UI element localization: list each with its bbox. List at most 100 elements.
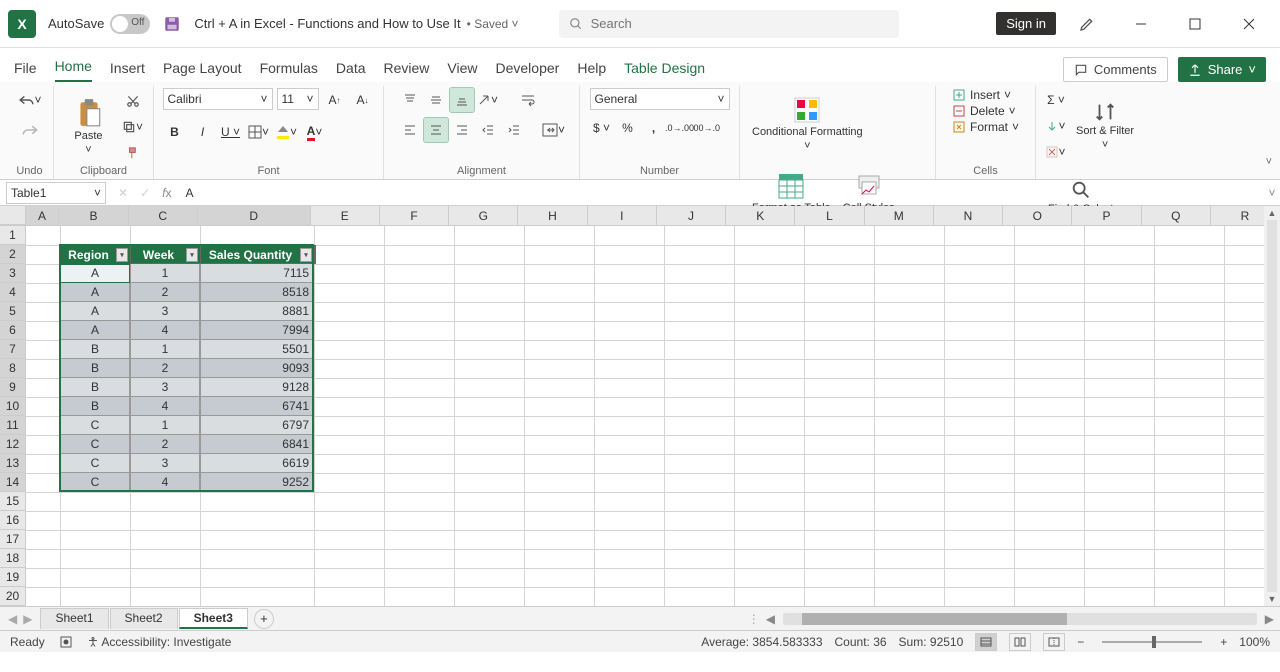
sheet-tab-sheet3[interactable]: Sheet3 <box>179 608 248 629</box>
col-header-M[interactable]: M <box>865 206 934 225</box>
tab-scroll-separator[interactable]: ⋮ <box>748 612 760 626</box>
table-header-region[interactable]: Region▾ <box>61 246 131 263</box>
table-cell[interactable]: C <box>60 454 130 473</box>
normal-view-icon[interactable] <box>975 633 997 651</box>
row-header-17[interactable]: 17 <box>0 530 26 549</box>
row-header-3[interactable]: 3 <box>0 264 26 283</box>
table-cell[interactable]: 6619 <box>200 454 314 473</box>
autosum-icon[interactable]: Σ ˅ <box>1044 88 1068 112</box>
table-cell[interactable]: C <box>60 416 130 435</box>
table-cell[interactable]: B <box>60 340 130 359</box>
page-layout-view-icon[interactable] <box>1009 633 1031 651</box>
table-cell[interactable]: B <box>60 378 130 397</box>
table-cell[interactable]: B <box>60 397 130 416</box>
copy-icon[interactable]: ˅ <box>121 115 145 139</box>
row-header-19[interactable]: 19 <box>0 568 26 587</box>
accessibility-status[interactable]: Accessibility: Investigate <box>87 635 232 649</box>
orientation-icon[interactable]: ˅ <box>476 88 500 112</box>
row-header-5[interactable]: 5 <box>0 302 26 321</box>
col-header-F[interactable]: F <box>380 206 449 225</box>
table-cell[interactable]: 9128 <box>200 378 314 397</box>
table-cell[interactable]: 9093 <box>200 359 314 378</box>
col-header-L[interactable]: L <box>795 206 864 225</box>
worksheet-grid[interactable]: ABCDEFGHIJKLMNOPQR 123456789101112131415… <box>0 206 1280 606</box>
formula-input[interactable]: A <box>177 186 1264 200</box>
zoom-in-button[interactable]: + <box>1220 635 1227 649</box>
redo-button[interactable] <box>18 118 42 142</box>
name-box[interactable]: Table1˅ <box>6 182 106 204</box>
col-header-A[interactable]: A <box>26 206 60 225</box>
zoom-level[interactable]: 100% <box>1239 635 1270 649</box>
delete-cells-button[interactable]: Delete ˅ <box>952 104 1016 118</box>
col-header-G[interactable]: G <box>449 206 518 225</box>
table-cell[interactable]: 3 <box>130 378 200 397</box>
table-cell[interactable]: A <box>60 264 130 283</box>
font-name-dropdown[interactable]: Calibri ˅ <box>163 88 273 110</box>
col-header-E[interactable]: E <box>311 206 380 225</box>
table-cell[interactable]: B <box>60 359 130 378</box>
filter-dropdown-icon[interactable]: ▾ <box>186 248 198 262</box>
table-cell[interactable]: 2 <box>130 435 200 454</box>
wrap-text-icon[interactable] <box>516 88 540 112</box>
filter-dropdown-icon[interactable]: ▾ <box>116 248 128 262</box>
paste-button[interactable]: Paste ˅ <box>63 91 115 163</box>
table-cell[interactable]: 7115 <box>200 264 314 283</box>
italic-button[interactable]: I <box>191 120 215 144</box>
table-cell[interactable]: 6741 <box>200 397 314 416</box>
table-cell[interactable]: 7994 <box>200 321 314 340</box>
col-header-K[interactable]: K <box>726 206 795 225</box>
increase-decimal-icon[interactable]: .0→.00 <box>668 116 692 140</box>
row-header-13[interactable]: 13 <box>0 454 26 473</box>
table-cell[interactable]: 1 <box>130 340 200 359</box>
comments-button[interactable]: Comments <box>1063 57 1168 82</box>
col-header-D[interactable]: D <box>198 206 311 225</box>
filter-dropdown-icon[interactable]: ▾ <box>300 248 312 262</box>
row-header-12[interactable]: 12 <box>0 435 26 454</box>
underline-button[interactable]: U ˅ <box>219 120 243 144</box>
row-header-20[interactable]: 20 <box>0 587 26 606</box>
row-header-7[interactable]: 7 <box>0 340 26 359</box>
autosave-control[interactable]: AutoSave Off <box>48 14 150 34</box>
vertical-scrollbar[interactable]: ▲▼ <box>1264 206 1280 606</box>
autosave-toggle-icon[interactable]: Off <box>110 14 150 34</box>
minimize-icon[interactable] <box>1118 8 1164 40</box>
table-cell[interactable]: 6797 <box>200 416 314 435</box>
row-header-18[interactable]: 18 <box>0 549 26 568</box>
tab-formulas[interactable]: Formulas <box>260 54 318 82</box>
tab-insert[interactable]: Insert <box>110 54 145 82</box>
macro-recorder-icon[interactable] <box>59 635 73 649</box>
page-break-view-icon[interactable] <box>1043 633 1065 651</box>
merge-center-icon[interactable]: ˅ <box>542 118 566 142</box>
insert-cells-button[interactable]: Insert ˅ <box>952 88 1011 102</box>
tab-view[interactable]: View <box>447 54 477 82</box>
table-cell[interactable]: 8881 <box>200 302 314 321</box>
hscroll-left-icon[interactable]: ◀ <box>766 612 775 626</box>
align-center-icon[interactable] <box>424 118 448 142</box>
row-header-14[interactable]: 14 <box>0 473 26 492</box>
tab-data[interactable]: Data <box>336 54 366 82</box>
col-header-B[interactable]: B <box>59 206 128 225</box>
table-cell[interactable]: 1 <box>130 264 200 283</box>
search-input[interactable] <box>559 10 899 38</box>
decrease-indent-icon[interactable] <box>476 118 500 142</box>
col-header-C[interactable]: C <box>129 206 198 225</box>
table-header-sales-quantity[interactable]: Sales Quantity▾ <box>201 246 315 263</box>
table-cell[interactable]: 8518 <box>200 283 314 302</box>
add-sheet-button[interactable]: + <box>254 609 274 629</box>
table-cell[interactable]: 2 <box>130 359 200 378</box>
row-header-6[interactable]: 6 <box>0 321 26 340</box>
tab-help[interactable]: Help <box>577 54 606 82</box>
table-cell[interactable]: 3 <box>130 454 200 473</box>
table-cell[interactable]: 5501 <box>200 340 314 359</box>
tab-developer[interactable]: Developer <box>496 54 560 82</box>
format-cells-button[interactable]: Format ˅ <box>952 120 1019 134</box>
sheet-tab-sheet2[interactable]: Sheet2 <box>110 608 178 629</box>
increase-indent-icon[interactable] <box>502 118 526 142</box>
font-size-dropdown[interactable]: 11 ˅ <box>277 88 319 110</box>
row-header-9[interactable]: 9 <box>0 378 26 397</box>
row-header-11[interactable]: 11 <box>0 416 26 435</box>
enter-formula-icon[interactable]: ✓ <box>134 186 156 200</box>
align-top-icon[interactable] <box>398 88 422 112</box>
save-icon[interactable] <box>162 14 182 34</box>
table-cell[interactable]: C <box>60 435 130 454</box>
